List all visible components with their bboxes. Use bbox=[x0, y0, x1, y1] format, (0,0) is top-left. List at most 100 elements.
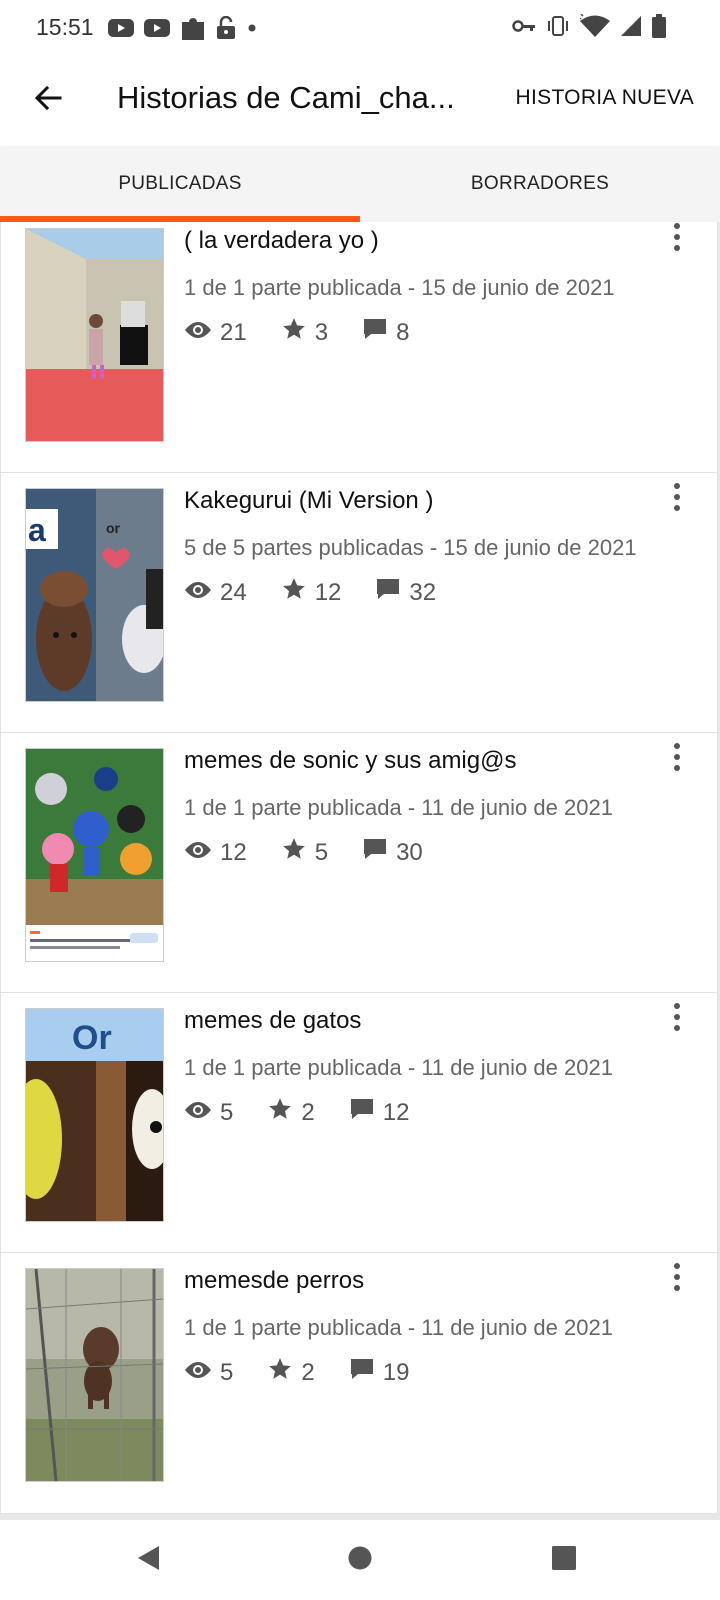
votes-stat: 3 bbox=[281, 316, 328, 349]
votes-count: 2 bbox=[301, 1098, 315, 1126]
comments-stat: 8 bbox=[362, 317, 409, 348]
unlock-icon bbox=[216, 16, 236, 40]
story-item[interactable]: Or memes de gatos 1 de 1 parte publicada… bbox=[0, 992, 718, 1254]
eye-icon bbox=[184, 839, 220, 867]
story-item[interactable]: ( la verdadera yo ) 1 de 1 parte publica… bbox=[0, 222, 718, 474]
battery-icon bbox=[652, 14, 666, 38]
eye-icon bbox=[184, 1359, 220, 1387]
puzzle-icon bbox=[180, 14, 206, 42]
eye-icon bbox=[184, 1099, 220, 1127]
story-meta: 5 de 5 partes publicadas - 15 de junio d… bbox=[184, 535, 637, 560]
reads-stat: 12 bbox=[184, 839, 247, 867]
comment-icon bbox=[362, 317, 396, 348]
story-item[interactable]: memes de sonic y sus amig@s 1 de 1 parte… bbox=[0, 732, 718, 994]
story-title[interactable]: memesde perros bbox=[184, 1267, 364, 1295]
star-icon bbox=[281, 576, 315, 609]
recents-square-icon bbox=[551, 1545, 577, 1576]
reads-stat: 5 bbox=[184, 1359, 233, 1387]
page-title: Historias de Cami_cha... bbox=[117, 80, 455, 115]
story-cover-image[interactable]: Or bbox=[26, 1009, 163, 1221]
story-cover-image[interactable] bbox=[26, 1269, 163, 1481]
story-meta: 1 de 1 parte publicada - 11 de junio de … bbox=[184, 1315, 613, 1340]
reads-stat: 5 bbox=[184, 1099, 233, 1127]
system-nav-bar bbox=[0, 1520, 720, 1600]
youtube-icon bbox=[144, 18, 170, 38]
reads-count: 24 bbox=[220, 578, 247, 606]
reads-count: 5 bbox=[220, 1098, 234, 1126]
story-item[interactable]: a or Kakegurui (Mi Version ) 5 de 5 part… bbox=[0, 472, 718, 734]
comments-stat: 19 bbox=[349, 1357, 410, 1388]
nav-back-button[interactable] bbox=[130, 1542, 166, 1578]
votes-count: 12 bbox=[314, 578, 342, 606]
votes-stat: 2 bbox=[267, 1356, 315, 1389]
story-meta: 1 de 1 parte publicada - 11 de junio de … bbox=[184, 1055, 613, 1080]
comment-icon bbox=[349, 1357, 383, 1388]
story-title[interactable]: ( la verdadera yo ) bbox=[184, 227, 379, 255]
comments-stat: 30 bbox=[362, 837, 423, 868]
cover-text-or: or bbox=[106, 520, 121, 536]
story-cover-image[interactable] bbox=[26, 229, 163, 441]
status-bar: 15:51 bbox=[0, 0, 720, 56]
star-icon bbox=[267, 1356, 301, 1389]
more-options-button[interactable] bbox=[665, 1001, 689, 1033]
votes-stat: 5 bbox=[281, 836, 328, 869]
nav-recents-button[interactable] bbox=[546, 1542, 582, 1578]
comments-count: 19 bbox=[382, 1358, 410, 1386]
votes-count: 3 bbox=[314, 318, 329, 346]
new-story-button[interactable]: HISTORIA NUEVA bbox=[516, 86, 694, 110]
story-cover-image[interactable] bbox=[26, 749, 163, 961]
story-title[interactable]: memes de sonic y sus amig@s bbox=[184, 747, 516, 775]
story-stats: 5 2 12 bbox=[184, 1096, 443, 1129]
story-cover-image[interactable]: a or bbox=[26, 489, 163, 701]
comment-icon bbox=[375, 577, 409, 608]
tab-published[interactable]: PUBLICADAS bbox=[0, 146, 360, 222]
reads-count: 5 bbox=[220, 1358, 234, 1386]
reads-stat: 24 bbox=[184, 579, 247, 607]
signal-icon bbox=[620, 15, 642, 37]
key-icon bbox=[512, 18, 536, 34]
star-icon bbox=[267, 1096, 301, 1129]
star-icon bbox=[281, 836, 315, 869]
votes-count: 5 bbox=[314, 838, 329, 866]
tab-drafts[interactable]: BORRADORES bbox=[360, 146, 720, 222]
more-options-button[interactable] bbox=[665, 741, 689, 773]
nav-home-button[interactable] bbox=[342, 1542, 378, 1578]
more-options-button[interactable] bbox=[665, 222, 689, 253]
story-stats: 24 12 32 bbox=[184, 576, 470, 609]
reads-stat: 21 bbox=[184, 319, 247, 347]
comment-icon bbox=[362, 837, 396, 868]
star-icon bbox=[281, 316, 315, 349]
reads-count: 21 bbox=[220, 318, 247, 346]
cover-text-or: Or bbox=[72, 1019, 112, 1057]
comments-count: 30 bbox=[396, 838, 423, 866]
comments-stat: 12 bbox=[349, 1097, 409, 1128]
home-circle-icon bbox=[347, 1545, 373, 1576]
story-stats: 21 3 8 bbox=[184, 316, 443, 349]
back-triangle-icon bbox=[135, 1544, 161, 1577]
eye-icon bbox=[184, 319, 220, 347]
back-button[interactable] bbox=[24, 76, 72, 124]
wifi-icon bbox=[580, 14, 610, 38]
more-options-button[interactable] bbox=[665, 481, 689, 513]
vibrate-icon bbox=[546, 15, 570, 37]
app-bar: Historias de Cami_cha... HISTORIA NUEVA bbox=[0, 56, 720, 146]
story-stats: 12 5 30 bbox=[184, 836, 457, 869]
cover-text-a: a bbox=[28, 512, 46, 548]
reads-count: 12 bbox=[220, 838, 247, 866]
story-stats: 5 2 19 bbox=[184, 1356, 443, 1389]
votes-stat: 2 bbox=[267, 1096, 315, 1129]
dot-icon bbox=[246, 22, 258, 34]
story-meta: 1 de 1 parte publicada - 15 de junio de … bbox=[184, 275, 615, 300]
more-options-button[interactable] bbox=[665, 1261, 689, 1293]
votes-stat: 12 bbox=[281, 576, 342, 609]
story-meta: 1 de 1 parte publicada - 11 de junio de … bbox=[184, 795, 613, 820]
comments-count: 8 bbox=[396, 318, 410, 346]
youtube-icon bbox=[108, 18, 134, 38]
story-title[interactable]: memes de gatos bbox=[184, 1007, 361, 1035]
comments-count: 32 bbox=[409, 578, 437, 606]
comment-icon bbox=[349, 1097, 383, 1128]
comments-stat: 32 bbox=[375, 577, 436, 608]
story-title[interactable]: Kakegurui (Mi Version ) bbox=[184, 487, 433, 515]
story-item[interactable]: memesde perros 1 de 1 parte publicada - … bbox=[0, 1252, 718, 1514]
story-list: ( la verdadera yo ) 1 de 1 parte publica… bbox=[0, 222, 720, 1520]
